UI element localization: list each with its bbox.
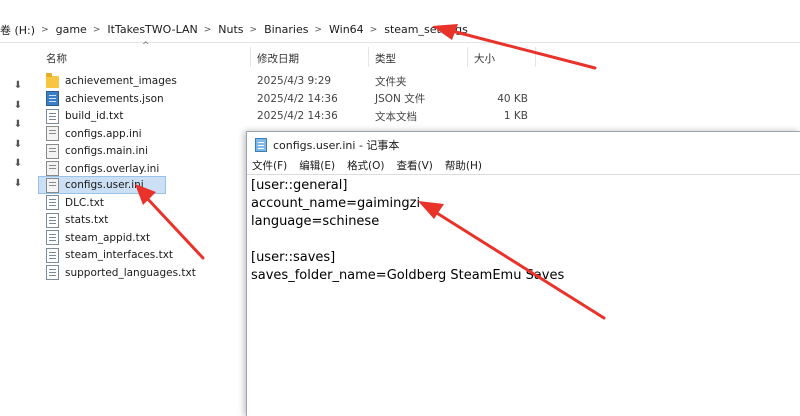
ini-file-icon <box>46 143 59 159</box>
menu-format[interactable]: 格式(O) <box>347 158 384 173</box>
text-line: [user::general] <box>251 178 348 193</box>
breadcrumb-drive[interactable]: 卷 (H:) <box>0 22 35 38</box>
breadcrumb-nuts[interactable]: Nuts <box>218 23 243 36</box>
notepad-title: configs.user.ini - 记事本 <box>273 138 400 152</box>
file-name: configs.app.ini <box>65 127 142 140</box>
chevron-right-icon: > <box>314 24 323 35</box>
file-name: configs.user.ini <box>65 179 144 191</box>
column-header-type[interactable]: 类型 <box>375 51 396 66</box>
explorer-address-bar: 卷 (H:) > game > ItTakesTWO-LAN > Nuts > … <box>0 0 800 44</box>
file-name: achievement_images <box>65 75 177 87</box>
menu-view[interactable]: 查看(V) <box>397 158 433 173</box>
column-header-name[interactable]: 名称 <box>46 51 67 66</box>
text-file-icon <box>46 195 59 210</box>
column-header-size[interactable]: 大小 <box>474 51 495 66</box>
chevron-right-icon: > <box>203 24 212 35</box>
menu-edit[interactable]: 编辑(E) <box>299 158 335 173</box>
file-date: 2025/4/3 9:29 <box>257 75 332 87</box>
ini-file-icon <box>46 161 59 176</box>
file-date: 2025/4/2 14:36 <box>257 110 338 122</box>
breadcrumb-game[interactable]: game <box>56 23 87 36</box>
text-line: account_name=gaimingzi <box>251 196 421 211</box>
file-name: build_id.txt <box>65 110 124 122</box>
menu-file[interactable]: 文件(F) <box>252 158 287 173</box>
breadcrumb-steam-settings[interactable]: steam_settings <box>384 23 468 36</box>
file-name: DLC.txt <box>65 196 105 209</box>
file-date: 2025/4/2 14:36 <box>257 92 338 105</box>
list-item[interactable]: achievement_images 2025/4/3 9:29 文件夹 <box>38 72 800 90</box>
menu-help[interactable]: 帮助(H) <box>445 158 482 173</box>
file-name: achievements.json <box>65 92 164 105</box>
ini-file-icon <box>46 177 59 193</box>
text-file-icon <box>46 265 59 280</box>
pin-icon[interactable]: ⬇ <box>11 139 25 159</box>
notepad-window[interactable]: configs.user.ini - 记事本 文件(F) 编辑(E) 格式(O)… <box>246 131 800 416</box>
column-divider[interactable] <box>467 47 468 67</box>
text-line: language=schinese <box>251 214 380 229</box>
json-file-icon <box>46 91 59 106</box>
file-size: 40 KB <box>497 92 528 105</box>
column-divider[interactable] <box>368 47 369 67</box>
notepad-menu-bar: 文件(F) 编辑(E) 格式(O) 查看(V) 帮助(H) <box>247 157 800 175</box>
folder-icon <box>46 73 59 88</box>
breadcrumb[interactable]: 卷 (H:) > game > ItTakesTWO-LAN > Nuts > … <box>0 17 800 43</box>
list-item[interactable]: build_id.txt 2025/4/2 14:36 文本文档 1 KB <box>38 107 800 125</box>
pin-icon[interactable]: ⬇ <box>11 100 25 120</box>
file-type: JSON 文件 <box>375 93 426 105</box>
column-header-date[interactable]: 修改日期 <box>257 51 299 66</box>
breadcrumb-ittakestwo-lan[interactable]: ItTakesTWO-LAN <box>107 23 197 36</box>
pin-icon[interactable]: ⬇ <box>11 178 25 198</box>
file-name: stats.txt <box>65 214 109 226</box>
breadcrumb-binaries[interactable]: Binaries <box>264 23 308 36</box>
ini-file-icon <box>46 126 59 141</box>
file-name: supported_languages.txt <box>65 266 196 279</box>
text-file-icon <box>46 230 59 245</box>
file-type: 文本文档 <box>375 110 417 123</box>
column-divider[interactable] <box>535 47 536 67</box>
text-line: saves_folder_name=Goldberg SteamEmu Save… <box>251 268 565 283</box>
file-type: 文件夹 <box>375 75 407 88</box>
file-name: configs.main.ini <box>65 145 149 157</box>
pin-icon[interactable]: ⬇ <box>11 158 25 178</box>
notepad-title-bar[interactable]: configs.user.ini - 记事本 <box>247 132 800 157</box>
text-line: [user::saves] <box>251 250 336 265</box>
notepad-text-area[interactable]: [user::general] account_name=gaimingzi l… <box>247 175 800 287</box>
column-divider[interactable] <box>250 47 251 67</box>
pin-icon[interactable]: ⬇ <box>11 80 25 100</box>
file-name: configs.overlay.ini <box>65 162 160 175</box>
chevron-right-icon: > <box>41 24 49 35</box>
file-size: 1 KB <box>503 110 528 122</box>
text-file-icon <box>46 108 59 124</box>
chevron-right-icon: > <box>369 24 378 35</box>
breadcrumb-win64[interactable]: Win64 <box>329 23 364 36</box>
list-item[interactable]: achievements.json 2025/4/2 14:36 JSON 文件… <box>38 90 800 108</box>
pin-icon[interactable]: ⬇ <box>11 119 25 139</box>
text-file-icon <box>46 247 59 263</box>
notepad-icon <box>255 137 267 152</box>
quick-access-pins: ⬇ ⬇ ⬇ ⬇ ⬇ ⬇ <box>11 80 25 198</box>
file-name: steam_appid.txt <box>65 231 151 244</box>
chevron-right-icon: > <box>92 24 101 35</box>
text-line <box>251 231 796 249</box>
chevron-right-icon: > <box>249 24 258 35</box>
file-name: steam_interfaces.txt <box>65 249 174 261</box>
column-header-row: 名称 修改日期 类型 大小 <box>0 47 800 67</box>
text-file-icon <box>46 212 59 228</box>
